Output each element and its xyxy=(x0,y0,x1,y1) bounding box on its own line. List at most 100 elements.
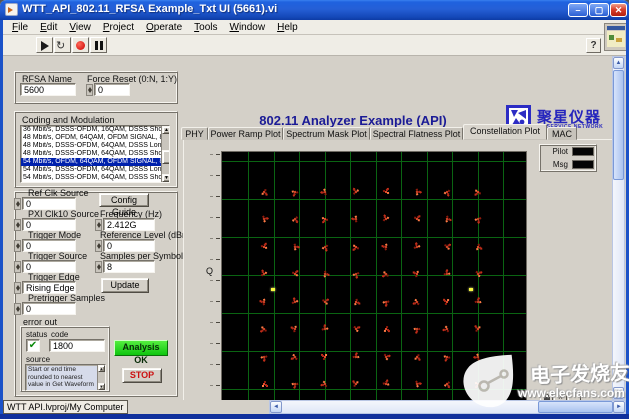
constellation-cluster xyxy=(262,355,266,359)
close-button[interactable]: ✕ xyxy=(610,3,627,17)
title-bar[interactable]: WTT_API_802.11_RFSA Example_Txt UI (5661… xyxy=(0,0,629,20)
list-item[interactable]: 54 Mbit/s, DSSS-OFDM, 64QAM, DSSS Short,… xyxy=(21,174,161,182)
tab-spectral-flatness-plot[interactable]: Spectral Flatness Plot xyxy=(370,127,463,140)
rfsa-name-field[interactable]: 5600 xyxy=(20,83,76,96)
menu-bar: File Edit View Project Operate Tools Window Hel… xyxy=(3,20,626,35)
menu-item-help[interactable]: Help xyxy=(271,21,304,34)
scroll-right-icon[interactable]: ► xyxy=(613,401,625,413)
force-reset-field[interactable]: 0 xyxy=(94,83,130,96)
menu-item-tools[interactable]: Tools xyxy=(188,21,223,34)
gridline-vertical xyxy=(401,152,402,419)
list-item[interactable]: 36 Mbit/s, DSSS-OFDM, 16QAM, DSSS Short,… xyxy=(21,126,161,134)
abort-button[interactable] xyxy=(72,37,89,53)
listbox-scrollbar[interactable]: ▲ ▼ xyxy=(161,126,169,182)
coding-modulation-listbox[interactable]: 36 Mbit/s, DSSS-OFDM, 16QAM, DSSS Short,… xyxy=(20,125,170,183)
samples-per-symbol-field[interactable]: 8 xyxy=(103,260,155,273)
trigger-source-stepper[interactable] xyxy=(14,261,21,273)
listbox-scroll-thumb[interactable] xyxy=(162,150,169,164)
error-source-field[interactable]: Start or end time rounded to nearest val… xyxy=(25,364,106,391)
labview-window: WTT_API_802.11_RFSA Example_Txt UI (5661… xyxy=(0,0,629,419)
constellation-cluster xyxy=(293,382,296,386)
run-button[interactable] xyxy=(36,37,53,53)
tab-constellation-plot[interactable]: Constellation Plot xyxy=(463,124,547,140)
gridline-horizontal xyxy=(222,313,526,314)
constellation-cluster xyxy=(323,190,327,194)
constellation-cluster xyxy=(262,327,266,331)
error-source-scrollbar[interactable]: ▲ ▼ xyxy=(97,365,105,390)
tab-phy[interactable]: PHY xyxy=(181,127,208,140)
constellation-cluster xyxy=(262,300,266,303)
constellation-cluster xyxy=(293,245,296,249)
vertical-scrollbar[interactable]: ▲ ▼ xyxy=(612,56,625,400)
constellation-cluster xyxy=(446,355,449,358)
constellation-cluster xyxy=(384,245,388,249)
horizontal-scroll-thumb[interactable] xyxy=(538,401,613,413)
maximize-button[interactable]: ▢ xyxy=(589,3,609,17)
samples-per-symbol-stepper[interactable] xyxy=(95,261,102,273)
analysis-ok-button[interactable]: Analysis OK xyxy=(114,340,168,365)
constellation-cluster xyxy=(446,300,449,303)
gridline-vertical xyxy=(274,152,275,419)
scroll-up-icon[interactable]: ▲ xyxy=(613,57,624,69)
menu-item-file[interactable]: File xyxy=(6,21,34,34)
constellation-cluster xyxy=(323,382,327,386)
legend-pilot-swatch[interactable] xyxy=(572,147,594,156)
menu-item-project[interactable]: Project xyxy=(97,21,140,34)
y-axis-tick xyxy=(216,385,220,386)
pxi-clk10-source-stepper[interactable] xyxy=(14,219,21,231)
scroll-left-icon[interactable]: ◄ xyxy=(270,401,282,413)
pretrigger-samples-stepper[interactable] xyxy=(14,303,21,315)
menu-item-operate[interactable]: Operate xyxy=(140,21,188,34)
y-axis-tick-label xyxy=(210,175,213,176)
context-help-icon[interactable] xyxy=(604,23,628,51)
ref-clk-source-stepper[interactable] xyxy=(14,198,21,210)
list-item[interactable]: 54 Mbit/s, OFDM, 64QAM, OFDM SIGNAL, 802… xyxy=(21,158,161,166)
list-item[interactable]: 54 Mbit/s, DSSS-OFDM, 64QAM, DSSS Long, … xyxy=(21,166,161,174)
listbox-scroll-up-icon[interactable]: ▲ xyxy=(162,126,169,134)
horizontal-scrollbar[interactable]: ◄ ► xyxy=(269,400,626,414)
y-axis-tick-label xyxy=(210,238,213,239)
gridline-horizontal xyxy=(222,275,526,276)
update-button[interactable]: Update xyxy=(101,278,149,293)
trigger-mode-stepper[interactable] xyxy=(14,240,21,252)
pause-button[interactable] xyxy=(90,37,107,53)
constellation-cluster xyxy=(323,300,327,303)
force-reset-stepper[interactable] xyxy=(86,84,93,96)
y-axis-tick xyxy=(216,217,220,218)
menu-item-view[interactable]: View xyxy=(63,21,97,34)
list-item[interactable]: 48 Mbit/s, DSSS-OFDM, 64QAM, DSSS Long, … xyxy=(21,142,161,150)
legend-msg-swatch[interactable] xyxy=(572,160,594,169)
window-border-bottom xyxy=(0,414,629,419)
constellation-cluster xyxy=(262,245,266,248)
tab-mac[interactable]: MAC xyxy=(547,127,577,140)
minimize-button[interactable]: – xyxy=(568,3,588,17)
constellation-cluster xyxy=(415,382,419,386)
run-continuous-button[interactable]: ↻ xyxy=(54,37,71,53)
error-code-field[interactable]: 1800 xyxy=(49,339,105,352)
constellation-cluster xyxy=(384,217,388,221)
list-item[interactable]: 48 Mbit/s, DSSS-OFDM, 64QAM, DSSS Short,… xyxy=(21,150,161,158)
constellation-cluster xyxy=(415,327,419,331)
y-axis-tick-label xyxy=(210,217,213,218)
tab-spectrum-mask-plot[interactable]: Spectrum Mask Plot xyxy=(283,127,370,140)
constellation-cluster xyxy=(476,300,480,304)
constellation-cluster xyxy=(384,355,388,359)
execution-target[interactable]: WTT API.lvproj/My Computer xyxy=(3,400,129,414)
window-border-left xyxy=(0,20,3,415)
stop-button[interactable]: STOP xyxy=(122,368,162,383)
menu-item-window[interactable]: Window xyxy=(224,21,272,34)
config-guide-button[interactable]: Config Guide xyxy=(99,193,149,217)
listbox-scroll-down-icon[interactable]: ▼ xyxy=(162,174,169,182)
tab-power-ramp-plot[interactable]: Power Ramp Plot xyxy=(208,127,283,140)
menu-item-edit[interactable]: Edit xyxy=(34,21,63,34)
constellation-cluster xyxy=(385,382,388,386)
list-item[interactable]: 48 Mbit/s, OFDM, 64QAM, OFDM SIGNAL, 802… xyxy=(21,134,161,142)
y-axis-tick-label xyxy=(210,385,213,386)
pretrigger-samples-field[interactable]: 0 xyxy=(22,302,76,315)
scroll-down-icon[interactable]: ▼ xyxy=(613,387,624,399)
trigger-edge-stepper[interactable] xyxy=(14,282,21,294)
help-button[interactable]: ? xyxy=(586,38,601,53)
constellation-cluster xyxy=(476,190,480,194)
vertical-scroll-thumb[interactable] xyxy=(613,70,624,180)
abort-icon xyxy=(76,41,85,50)
